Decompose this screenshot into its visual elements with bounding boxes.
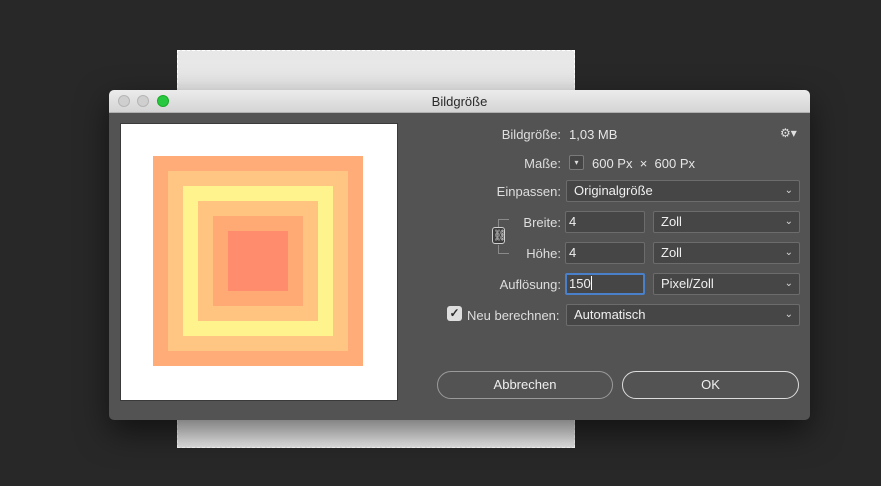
link-icon[interactable]: ⛓ <box>492 227 507 244</box>
width-unit-value: Zoll <box>661 214 682 229</box>
fit-select-value: Originalgröße <box>574 183 653 198</box>
chevron-down-icon: ⌄ <box>784 247 793 258</box>
preview-square-6 <box>228 231 288 291</box>
dialog-title: Bildgröße <box>431 94 488 109</box>
resample-label: Neu berechnen: <box>467 308 560 323</box>
resolution-unit-select[interactable]: Pixel/Zoll ⌄ <box>653 273 800 295</box>
chevron-down-icon: ⌄ <box>784 278 793 289</box>
resample-select[interactable]: Automatisch ⌄ <box>566 304 800 326</box>
ok-button[interactable]: OK <box>622 371 799 399</box>
fit-label: Einpassen: <box>496 184 561 199</box>
resolution-label: Auflösung: <box>499 277 561 292</box>
height-label: Höhe: <box>526 246 561 261</box>
image-size-value: 1,03 MB <box>569 127 618 142</box>
resample-checkbox[interactable]: ✓ <box>447 306 462 321</box>
image-size-dialog: Bildgröße Bildgröße: 1,03 MB ⚙▾ Maße: ▾ … <box>109 90 810 420</box>
width-unit-select[interactable]: Zoll ⌄ <box>653 211 800 233</box>
height-input[interactable]: 4 <box>565 242 645 264</box>
dimensions-label: Maße: <box>524 156 561 171</box>
resample-select-value: Automatisch <box>574 307 646 322</box>
chevron-down-icon: ⌄ <box>784 185 793 196</box>
dimensions-value: 600 Px × 600 Px <box>592 156 695 171</box>
chevron-down-icon: ⌄ <box>784 216 793 227</box>
link-bracket-bottom <box>498 245 509 254</box>
gear-icon[interactable]: ⚙▾ <box>780 126 797 140</box>
height-unit-select[interactable]: Zoll ⌄ <box>653 242 800 264</box>
resolution-input[interactable]: 150 <box>565 273 645 295</box>
width-label: Breite: <box>523 215 561 230</box>
height-unit-value: Zoll <box>661 245 682 260</box>
cancel-button[interactable]: Abbrechen <box>437 371 613 399</box>
title-bar: Bildgröße <box>109 90 810 113</box>
dimensions-unit-dropdown[interactable]: ▾ <box>569 155 584 170</box>
resolution-value: 150 <box>569 276 591 291</box>
image-preview[interactable] <box>120 123 398 401</box>
text-caret <box>590 276 592 290</box>
chevron-down-icon: ⌄ <box>784 309 793 320</box>
width-input[interactable]: 4 <box>565 211 645 233</box>
fit-select[interactable]: Originalgröße ⌄ <box>566 180 800 202</box>
image-size-label: Bildgröße: <box>501 127 561 142</box>
resolution-unit-value: Pixel/Zoll <box>661 276 714 291</box>
